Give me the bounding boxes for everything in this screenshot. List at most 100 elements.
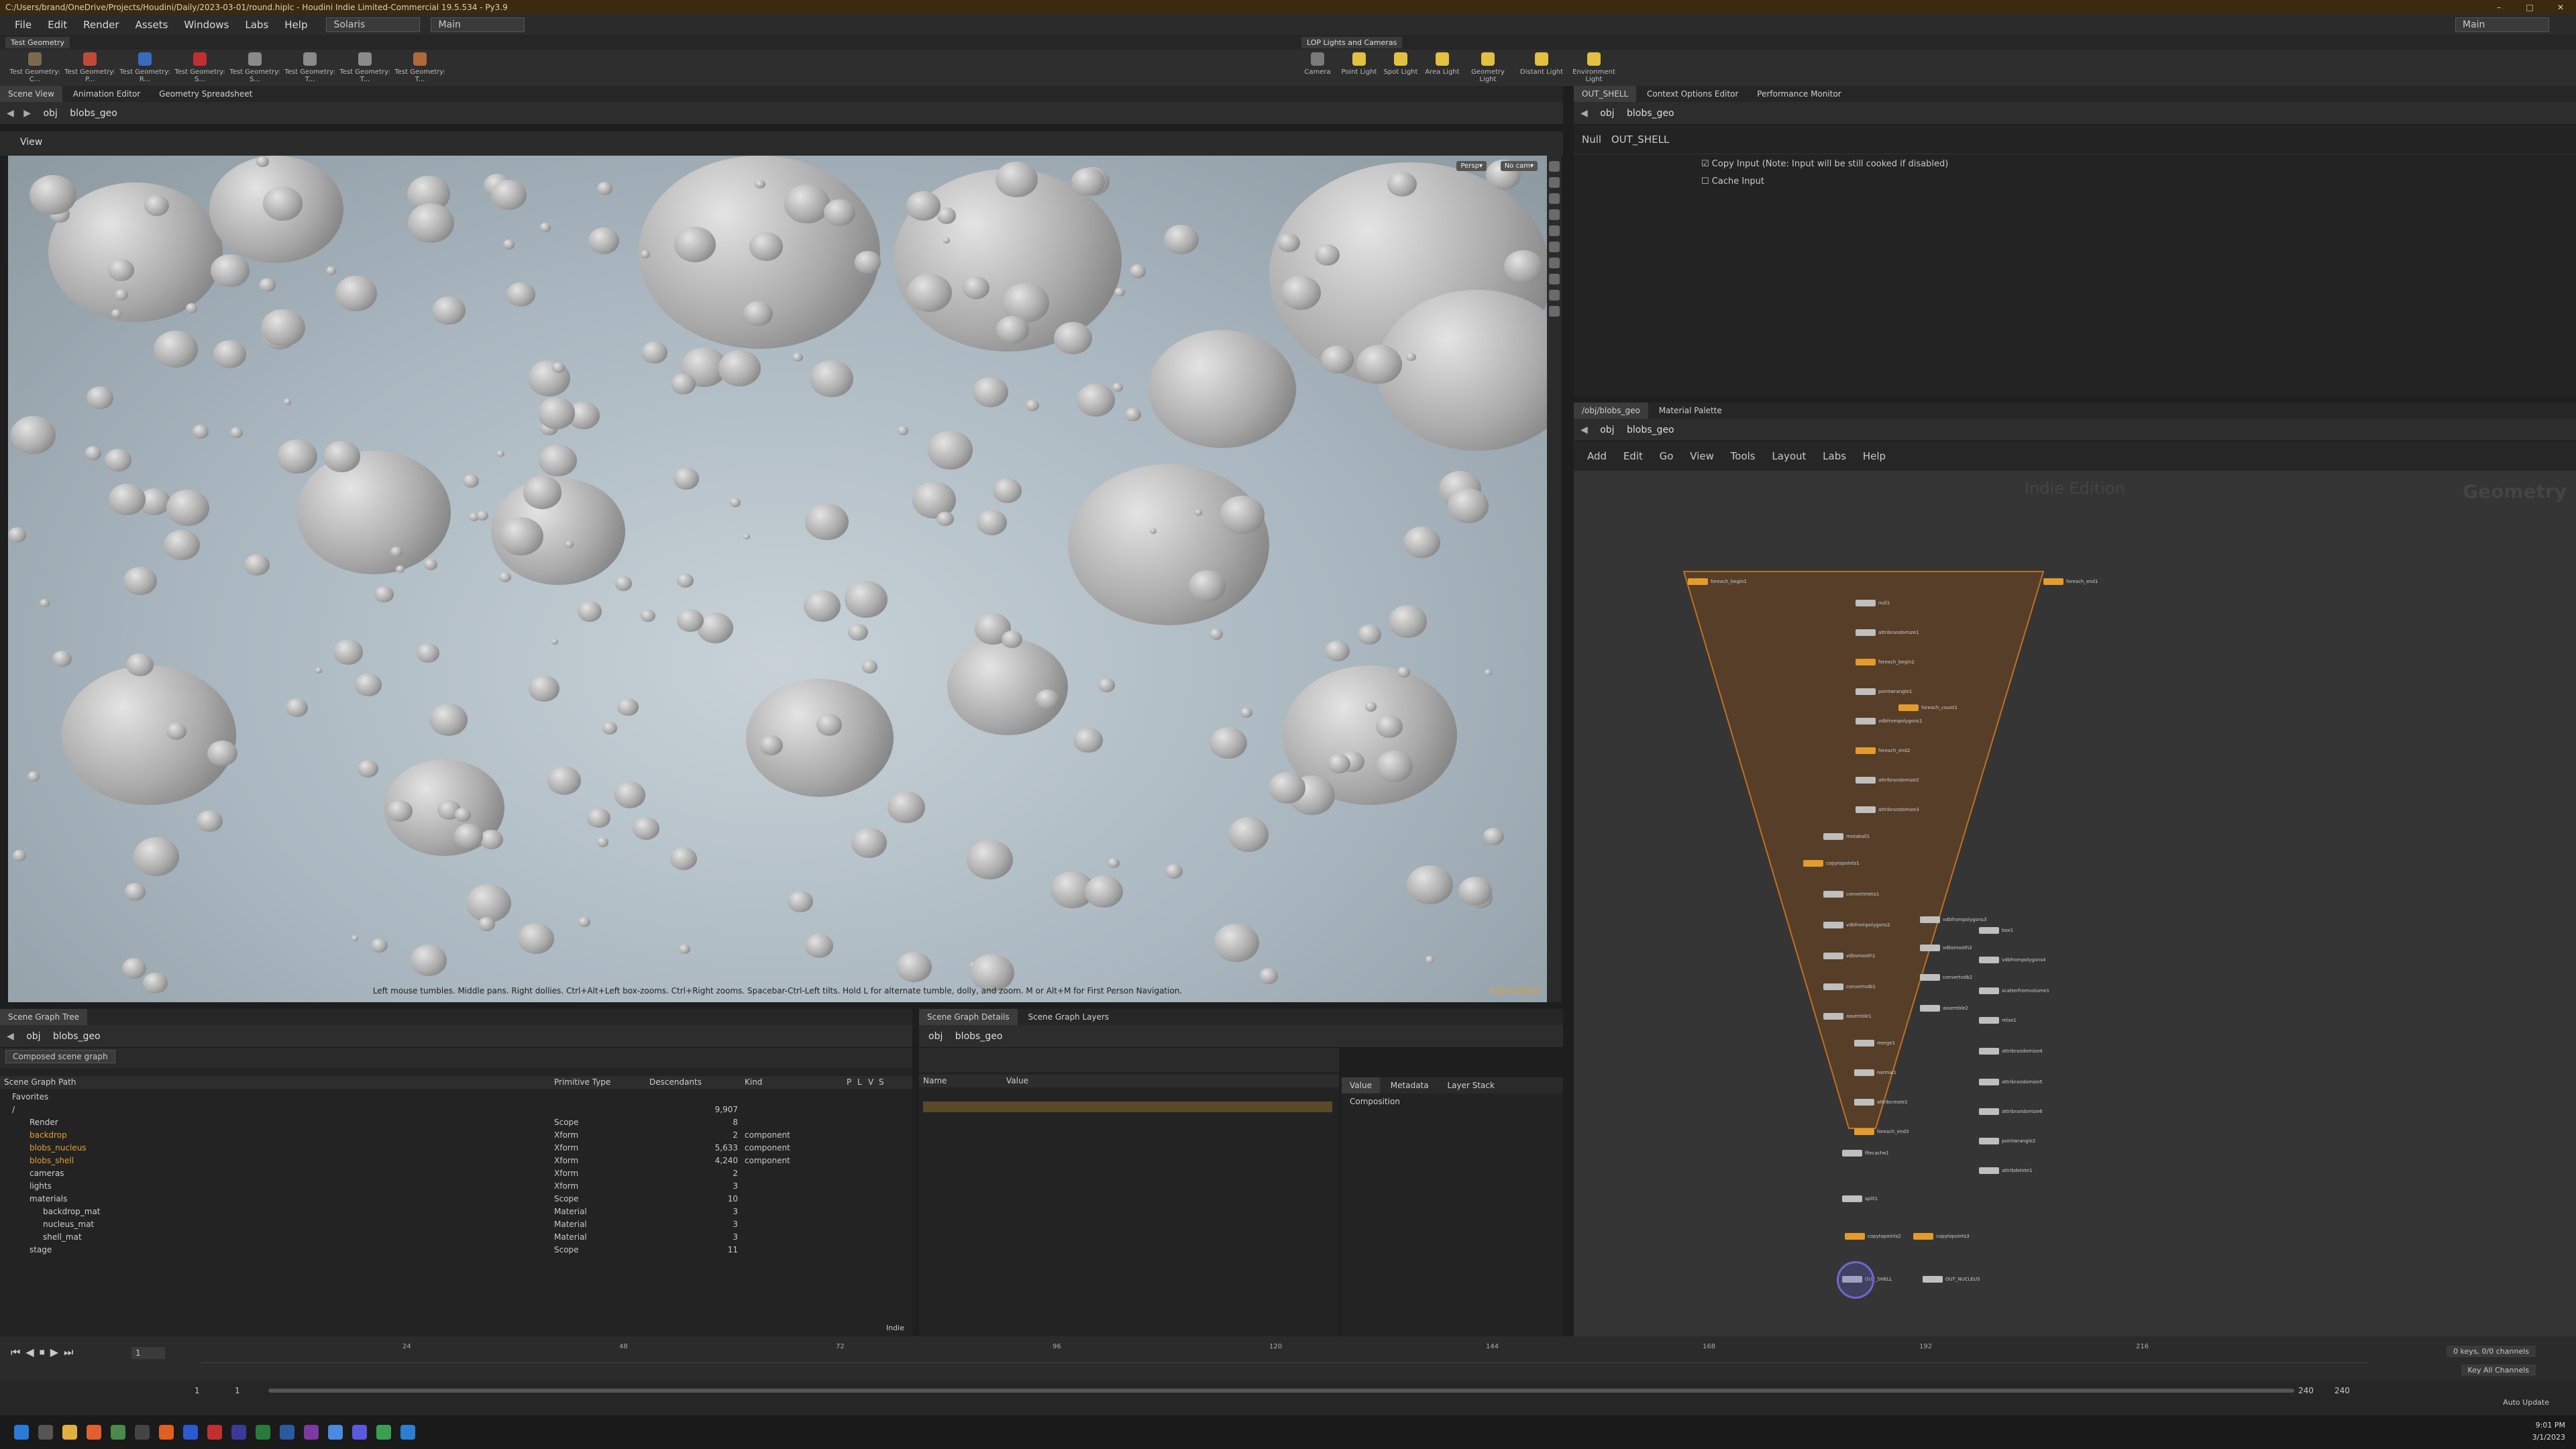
onenote-icon[interactable] bbox=[304, 1425, 319, 1440]
shelf-tab-lop-lights[interactable]: LOP Lights and Cameras bbox=[1301, 37, 1403, 48]
menu-assets[interactable]: Assets bbox=[127, 19, 176, 31]
camera-icon[interactable] bbox=[1549, 209, 1560, 220]
menu-help[interactable]: Help bbox=[276, 19, 315, 31]
param-path-node[interactable]: blobs_geo bbox=[1627, 102, 1674, 125]
network-node[interactable]: pointwrangle2 bbox=[1979, 1138, 2035, 1144]
desktop-dropdown[interactable]: Main bbox=[431, 17, 525, 32]
param-path-root[interactable]: obj bbox=[1600, 102, 1614, 125]
tab-out-shell[interactable]: OUT_SHELL bbox=[1574, 86, 1637, 102]
vscode-icon[interactable] bbox=[400, 1425, 415, 1440]
network-node[interactable]: foreach_begin1 bbox=[1688, 578, 1747, 585]
wireframe-icon[interactable] bbox=[1549, 274, 1560, 284]
network-node[interactable]: foreach_end1 bbox=[2043, 578, 2098, 585]
selected-row[interactable] bbox=[923, 1102, 1332, 1112]
persp-menu[interactable]: Persp▾ bbox=[1456, 161, 1487, 171]
tab-scene-graph-details[interactable]: Scene Graph Details bbox=[919, 1009, 1018, 1025]
tab-performance-monitor[interactable]: Performance Monitor bbox=[1749, 86, 1849, 102]
path-root[interactable]: obj bbox=[43, 102, 57, 125]
network-node[interactable]: vdbfrompolygons3 bbox=[1920, 916, 1986, 923]
network-node[interactable]: OUT_NUCLEUS bbox=[1923, 1276, 1980, 1283]
shelf-tool-4[interactable]: Test Geometry: S... bbox=[229, 52, 280, 83]
discord-icon[interactable] bbox=[352, 1425, 367, 1440]
tree-path-root[interactable]: obj bbox=[26, 1025, 40, 1048]
net-menu-view[interactable]: View bbox=[1690, 450, 1714, 462]
network-node[interactable]: vdbfrompolygons1 bbox=[1856, 718, 1922, 724]
playback-controls[interactable]: ⏮◀⏹▶⏭ bbox=[11, 1346, 78, 1359]
range-start-2[interactable]: 1 bbox=[235, 1386, 240, 1395]
tab-layer-stack[interactable]: Layer Stack bbox=[1439, 1077, 1503, 1093]
tab-context-options[interactable]: Context Options Editor bbox=[1639, 86, 1746, 102]
net-menu-layout[interactable]: Layout bbox=[1772, 450, 1806, 462]
grid-icon[interactable] bbox=[1549, 306, 1560, 317]
network-node[interactable]: copytopoints3 bbox=[1913, 1233, 1970, 1240]
network-node[interactable]: foreach_begin2 bbox=[1856, 659, 1915, 665]
col-descendants[interactable]: Descendants bbox=[649, 1076, 702, 1089]
network-node[interactable]: null1 bbox=[1856, 600, 1890, 606]
details-col-value[interactable]: Value bbox=[1006, 1075, 1028, 1087]
tab-scene-graph-tree[interactable]: Scene Graph Tree bbox=[0, 1009, 88, 1025]
network-node[interactable]: vdbsmooth2 bbox=[1920, 945, 1972, 951]
col-s[interactable]: S bbox=[879, 1076, 884, 1089]
network-node[interactable]: vdbsmooth1 bbox=[1823, 953, 1876, 959]
tree-row[interactable]: nucleus_mat Material 3 bbox=[0, 1218, 912, 1231]
net-menu-go[interactable]: Go bbox=[1660, 450, 1674, 462]
col-l[interactable]: L bbox=[857, 1076, 862, 1089]
tab-scene-view[interactable]: Scene View bbox=[0, 86, 62, 102]
col-kind[interactable]: Kind bbox=[745, 1076, 762, 1089]
word-icon[interactable] bbox=[280, 1425, 294, 1440]
network-node[interactable]: pointwrangle1 bbox=[1856, 688, 1912, 695]
network-path-node[interactable]: blobs_geo bbox=[1627, 419, 1674, 441]
windows-start-icon[interactable] bbox=[14, 1425, 29, 1440]
details-path-node[interactable]: blobs_geo bbox=[955, 1025, 1003, 1048]
current-frame-field[interactable]: 1 bbox=[131, 1347, 165, 1359]
tree-row[interactable]: backdrop_mat Material 3 bbox=[0, 1205, 912, 1218]
forward-arrow-icon[interactable]: ▶ bbox=[23, 102, 31, 125]
back-arrow-icon[interactable]: ◀ bbox=[7, 1025, 14, 1048]
network-node[interactable]: vdbfrompolygons4 bbox=[1979, 957, 2045, 963]
tab-geometry-spreadsheet[interactable]: Geometry Spreadsheet bbox=[151, 86, 260, 102]
tree-row[interactable]: materials Scope 10 bbox=[0, 1193, 912, 1205]
photoshop-icon[interactable] bbox=[183, 1425, 198, 1440]
tree-row[interactable]: stage Scope 11 bbox=[0, 1244, 912, 1256]
key-all-channels[interactable]: Key All Channels bbox=[2461, 1364, 2536, 1376]
network-node[interactable]: foreach_end3 bbox=[1854, 1128, 1909, 1135]
spotify-icon[interactable] bbox=[376, 1425, 391, 1440]
col-v[interactable]: V bbox=[868, 1076, 873, 1089]
maximize-button[interactable]: □ bbox=[2514, 0, 2545, 15]
network-node[interactable]: assemble1 bbox=[1823, 1013, 1872, 1020]
net-menu-labs[interactable]: Labs bbox=[1823, 450, 1846, 462]
tab-metadata[interactable]: Metadata bbox=[1383, 1077, 1437, 1093]
menu-file[interactable]: File bbox=[7, 19, 40, 31]
terminal-icon[interactable] bbox=[135, 1425, 150, 1440]
back-arrow-icon[interactable]: ◀ bbox=[7, 102, 14, 125]
viewport-3d[interactable]: Persp▾ No cam▾ Left mouse tumbles. Middl… bbox=[8, 156, 1547, 1002]
tree-row[interactable]: Render Scope 8 bbox=[0, 1116, 912, 1129]
network-node[interactable]: foreach_count1 bbox=[1898, 704, 1957, 711]
details-col-name[interactable]: Name bbox=[923, 1075, 947, 1087]
menu-edit[interactable]: Edit bbox=[40, 19, 75, 31]
network-node[interactable]: normal1 bbox=[1854, 1069, 1896, 1076]
menu-windows[interactable]: Windows bbox=[176, 19, 237, 31]
shelf-tool-environment-light[interactable]: Environment Light bbox=[1568, 52, 1619, 83]
tree-row[interactable]: blobs_nucleus Xform 5,633 component bbox=[0, 1142, 912, 1155]
net-menu-help[interactable]: Help bbox=[1863, 450, 1886, 462]
range-slider[interactable] bbox=[268, 1389, 2294, 1393]
tab-value[interactable]: Value bbox=[1342, 1077, 1380, 1093]
network-node[interactable]: copytopoints1 bbox=[1803, 860, 1860, 867]
col-p[interactable]: P bbox=[847, 1076, 851, 1089]
shelf-tool-1[interactable]: Test Geometry: P... bbox=[64, 52, 115, 83]
network-editor[interactable]: Indie Edition Geometry foreach_begin1 for… bbox=[1574, 471, 2576, 1336]
tree-row[interactable]: Favorites bbox=[0, 1091, 912, 1104]
shelf-tool-distant-light[interactable]: Distant Light bbox=[1516, 52, 1567, 76]
minimize-button[interactable]: – bbox=[2483, 0, 2514, 15]
view-tool-icon[interactable] bbox=[1549, 177, 1560, 188]
chrome-icon[interactable] bbox=[328, 1425, 343, 1440]
tree-row[interactable]: blobs_shell Xform 4,240 component bbox=[0, 1155, 912, 1167]
lock-icon[interactable] bbox=[1549, 193, 1560, 204]
after-effects-icon[interactable] bbox=[231, 1425, 246, 1440]
tab-composition[interactable]: Composition bbox=[1342, 1093, 1408, 1110]
network-node[interactable]: relax1 bbox=[1979, 1017, 2017, 1024]
search-icon[interactable] bbox=[38, 1425, 53, 1440]
camera-menu[interactable]: No cam▾ bbox=[1500, 161, 1538, 171]
tree-row[interactable]: shell_mat Material 3 bbox=[0, 1231, 912, 1244]
